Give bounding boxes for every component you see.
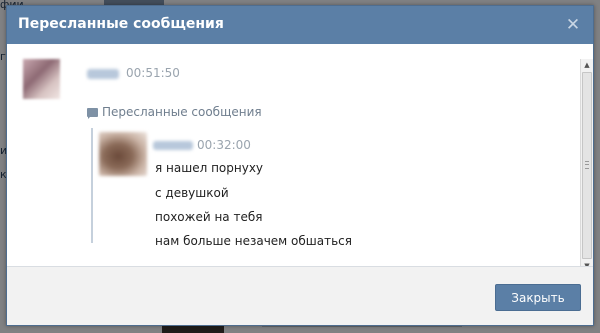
scrollbar-grip-icon xyxy=(585,161,589,169)
speech-bubble-icon xyxy=(87,108,98,119)
dialog-body: 00:51:50 Пересланные сообщения 00:32:00 … xyxy=(7,44,593,266)
dialog-footer: Закрыть xyxy=(7,266,593,325)
forwarded-message-time: 00:32:00 xyxy=(197,138,251,152)
message-text-line: похожей на тебя xyxy=(155,210,263,224)
scrollbar-thumb[interactable] xyxy=(582,72,592,259)
message-time: 00:51:50 xyxy=(126,66,180,80)
forwarded-quote-bar xyxy=(91,128,93,243)
vertical-scrollbar[interactable]: ▲ ▼ xyxy=(580,59,593,266)
forwarded-messages-dialog: Пересланные сообщения ✕ 00:51:50 Пересла… xyxy=(6,5,594,326)
close-button[interactable]: Закрыть xyxy=(495,284,581,311)
forwarded-sender-avatar[interactable] xyxy=(99,132,147,176)
dialog-header: Пересланные сообщения ✕ xyxy=(7,6,593,44)
close-icon[interactable]: ✕ xyxy=(563,15,583,35)
scroll-up-icon[interactable]: ▲ xyxy=(581,59,593,71)
message-text-line: с девушкой xyxy=(155,186,229,200)
background-text-fragment: г xyxy=(0,50,6,63)
sender-name-blurred[interactable] xyxy=(87,69,119,79)
sender-avatar[interactable] xyxy=(23,59,60,99)
message-text-line: нам больше незачем обшаться xyxy=(155,234,352,248)
dialog-title: Пересланные сообщения xyxy=(18,16,224,32)
message-text-line: я нашел порнуху xyxy=(155,161,264,175)
forwarded-sender-name-blurred[interactable] xyxy=(153,141,193,150)
forwarded-messages-label: Пересланные сообщения xyxy=(102,105,262,119)
